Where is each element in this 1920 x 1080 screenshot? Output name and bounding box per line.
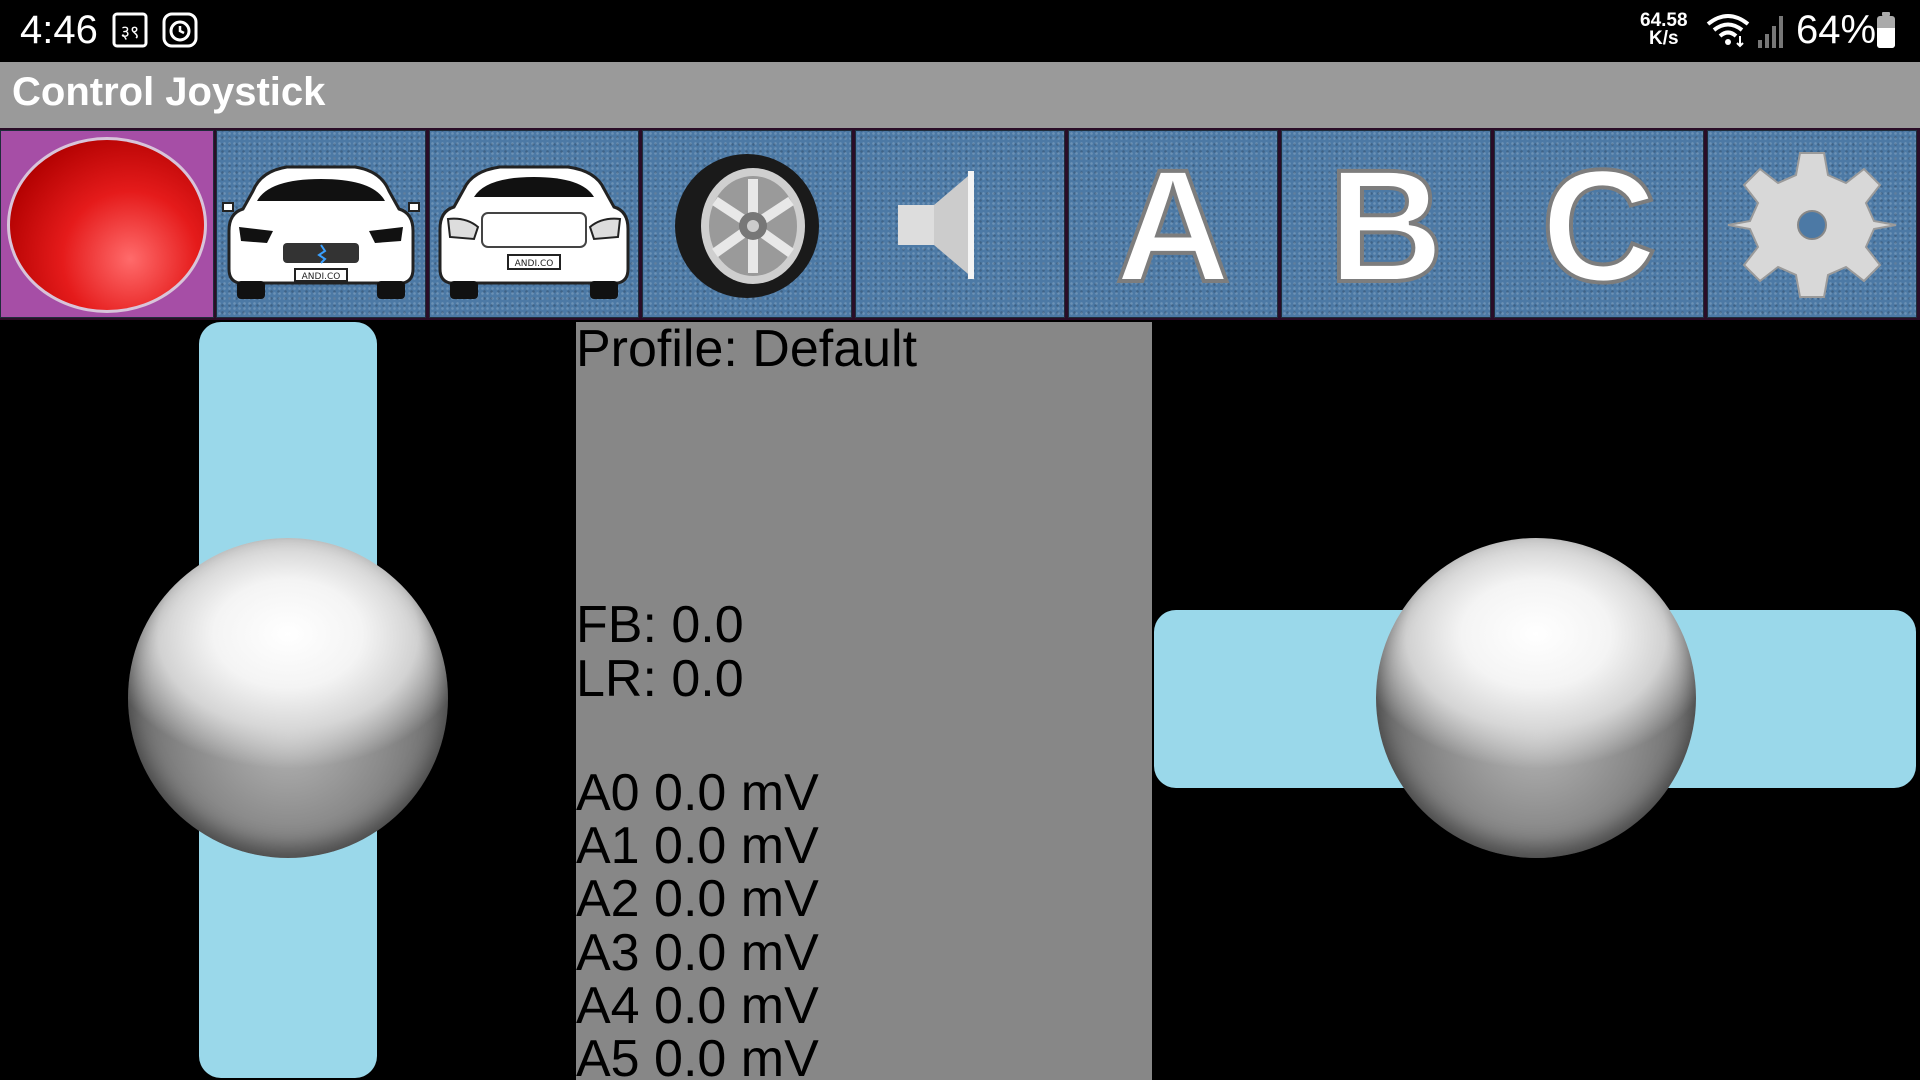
c-button-label: C bbox=[1539, 134, 1659, 317]
page-title: Control Joystick bbox=[12, 70, 326, 114]
analog-a1: A1 0.0 mV bbox=[576, 817, 819, 875]
analog-a5: A5 0.0 mV bbox=[576, 1030, 819, 1080]
car-rear-icon: ANDI.CO bbox=[430, 165, 638, 321]
speaker-button[interactable] bbox=[855, 130, 1065, 318]
analog-a3: A3 0.0 mV bbox=[576, 924, 819, 982]
right-joystick-knob[interactable] bbox=[1376, 538, 1696, 858]
left-joystick-knob[interactable] bbox=[128, 538, 448, 858]
record-button[interactable] bbox=[0, 130, 214, 318]
record-icon bbox=[7, 137, 207, 313]
wifi-icon bbox=[1705, 12, 1751, 53]
battery-percent: 64% bbox=[1796, 8, 1877, 52]
lr-value: LR: 0.0 bbox=[576, 650, 744, 708]
title-bar: Control Joystick bbox=[0, 62, 1920, 128]
battery-icon bbox=[1877, 12, 1895, 48]
app-notification-icon: ३९ bbox=[112, 12, 148, 48]
analog-a2: A2 0.0 mV bbox=[576, 870, 819, 928]
status-bar: 4:46 ३९ 64.58 K/s 64% bbox=[0, 0, 1920, 62]
wheel-button[interactable] bbox=[642, 130, 852, 318]
car-rear-button[interactable]: ANDI.CO bbox=[429, 130, 639, 318]
settings-button[interactable] bbox=[1707, 130, 1917, 318]
car-front-icon: ANDI.CO bbox=[217, 165, 425, 321]
b-button[interactable]: B bbox=[1281, 130, 1491, 318]
battery-level bbox=[1877, 28, 1895, 48]
svg-text:ANDI.CO: ANDI.CO bbox=[515, 259, 554, 269]
car-front-button[interactable]: ANDI.CO bbox=[216, 130, 426, 318]
wheel-icon bbox=[643, 154, 851, 321]
a-button-label: A bbox=[1113, 134, 1233, 317]
clock-app-icon bbox=[162, 12, 198, 48]
gear-icon bbox=[1708, 152, 1916, 321]
toolbar: ANDI.CO ANDI.CO A B C bbox=[0, 128, 1920, 320]
profile-label: Profile: Default bbox=[576, 322, 918, 378]
a-button[interactable]: A bbox=[1068, 130, 1278, 318]
svg-text:३९: ३९ bbox=[121, 22, 140, 43]
svg-text:ANDI.CO: ANDI.CO bbox=[302, 272, 341, 282]
net-speed: 64.58 K/s bbox=[1640, 11, 1688, 49]
telemetry-panel: Profile: Default FB: 0.0 LR: 0.0 A0 0.0 … bbox=[576, 322, 1152, 1080]
analog-a4: A4 0.0 mV bbox=[576, 977, 819, 1035]
status-time: 4:46 bbox=[20, 8, 98, 52]
b-button-label: B bbox=[1326, 134, 1446, 317]
fb-value: FB: 0.0 bbox=[576, 596, 744, 654]
c-button[interactable]: C bbox=[1494, 130, 1704, 318]
signal-icon bbox=[1757, 14, 1787, 53]
speaker-icon bbox=[856, 171, 1064, 321]
net-speed-unit: K/s bbox=[1648, 28, 1679, 49]
analog-a0: A0 0.0 mV bbox=[576, 764, 819, 822]
